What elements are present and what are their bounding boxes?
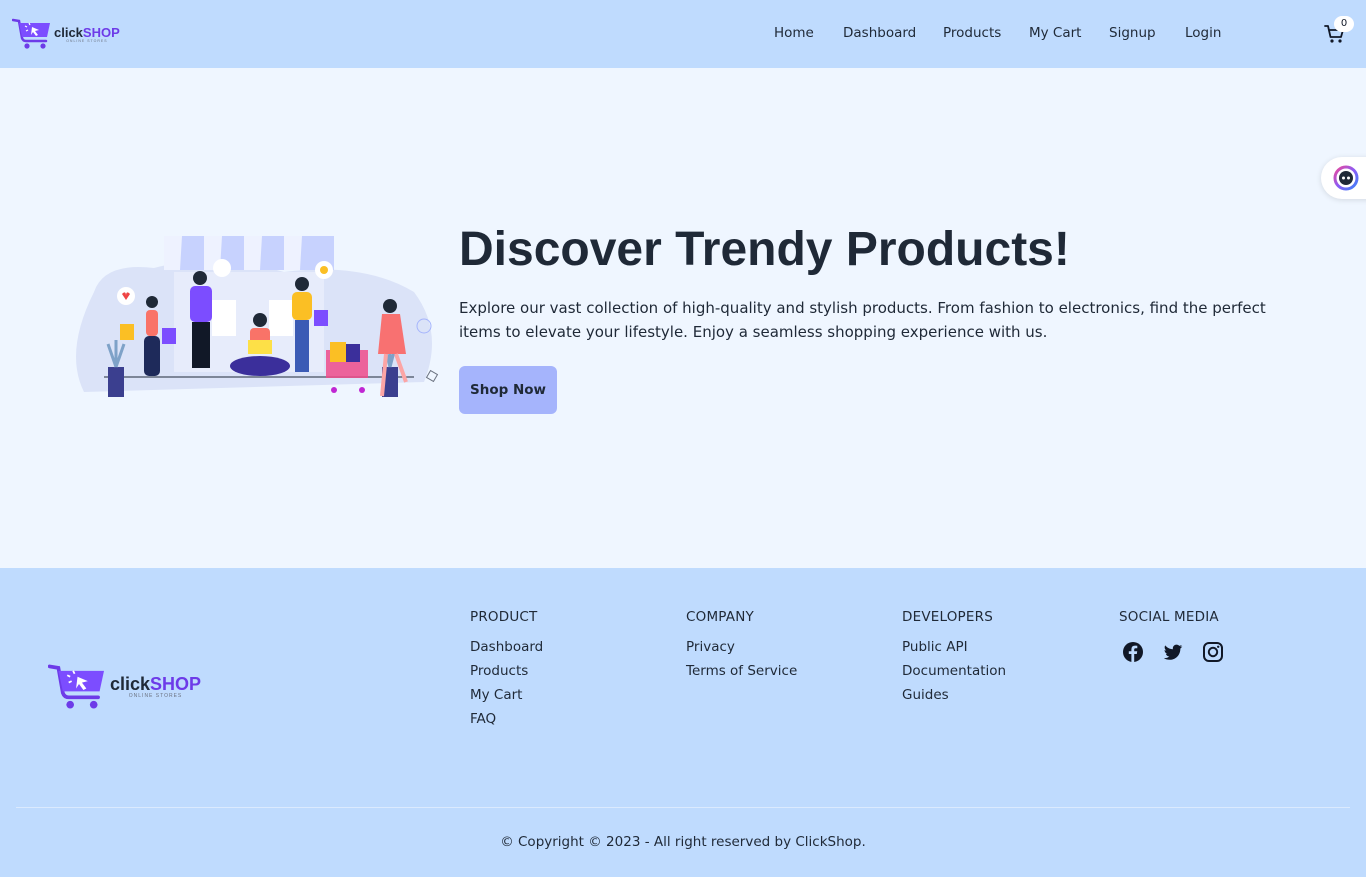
shopping-people-illustration xyxy=(76,236,439,397)
nav-menu: Home Dashboard Products My Cart Signup L… xyxy=(0,0,1366,68)
footer-link-public-api[interactable]: Public API xyxy=(902,639,1006,663)
copyright-text: © Copyright © 2023 - All right reserved … xyxy=(500,834,866,850)
footer-column-title: PRODUCT xyxy=(470,609,538,625)
nav-link-dashboard[interactable]: Dashboard xyxy=(843,25,916,41)
hero-description: Explore our vast collection of high-qual… xyxy=(459,299,1266,341)
nav-link-my-cart[interactable]: My Cart xyxy=(1029,25,1081,41)
social-icons xyxy=(1122,641,1224,663)
footer-column-company: COMPANY Privacy Terms of Service xyxy=(686,609,797,687)
instagram-icon[interactable] xyxy=(1202,641,1224,663)
footer-link-terms[interactable]: Terms of Service xyxy=(686,663,797,687)
footer-column-developers: DEVELOPERS Public API Documentation Guid… xyxy=(902,609,1006,711)
cart-count-badge: 0 xyxy=(1334,16,1354,32)
assistant-widget[interactable] xyxy=(1321,157,1366,199)
twitter-icon[interactable] xyxy=(1162,641,1184,663)
assistant-icon xyxy=(1333,165,1359,191)
footer-column-title: SOCIAL MEDIA xyxy=(1119,609,1219,625)
nav-link-products[interactable]: Products xyxy=(943,25,1001,41)
footer-brand-name-click: click xyxy=(110,674,151,694)
navbar: clickSHOP ONLINE STORES Home Dashboard P… xyxy=(0,0,1366,68)
nav-link-login[interactable]: Login xyxy=(1185,25,1221,41)
footer: clickSHOP ONLINE STORES PRODUCT Dashboar… xyxy=(0,568,1366,877)
footer-link-dashboard[interactable]: Dashboard xyxy=(470,639,543,663)
footer-link-guides[interactable]: Guides xyxy=(902,687,1006,711)
facebook-icon[interactable] xyxy=(1122,641,1144,663)
footer-link-privacy[interactable]: Privacy xyxy=(686,639,797,663)
footer-column-product: PRODUCT Dashboard Products My Cart FAQ xyxy=(470,609,543,735)
hero-title: Discover Trendy Products! xyxy=(459,223,1070,276)
shop-now-button[interactable]: Shop Now xyxy=(459,366,557,414)
nav-link-home[interactable]: Home xyxy=(774,25,814,41)
footer-brand-name-shop: SHOP xyxy=(150,674,202,694)
footer-column-title: COMPANY xyxy=(686,609,754,625)
footer-column-social: SOCIAL MEDIA xyxy=(1119,609,1219,639)
footer-link-products[interactable]: Products xyxy=(470,663,543,687)
nav-link-signup[interactable]: Signup xyxy=(1109,25,1156,41)
footer-link-faq[interactable]: FAQ xyxy=(470,711,543,735)
footer-brand-logo[interactable]: clickSHOP ONLINE STORES xyxy=(48,662,201,712)
footer-logo-cart-icon xyxy=(48,664,104,709)
footer-link-documentation[interactable]: Documentation xyxy=(902,663,1006,687)
footer-divider xyxy=(16,807,1350,808)
footer-column-title: DEVELOPERS xyxy=(902,609,993,625)
footer-link-my-cart[interactable]: My Cart xyxy=(470,687,543,711)
